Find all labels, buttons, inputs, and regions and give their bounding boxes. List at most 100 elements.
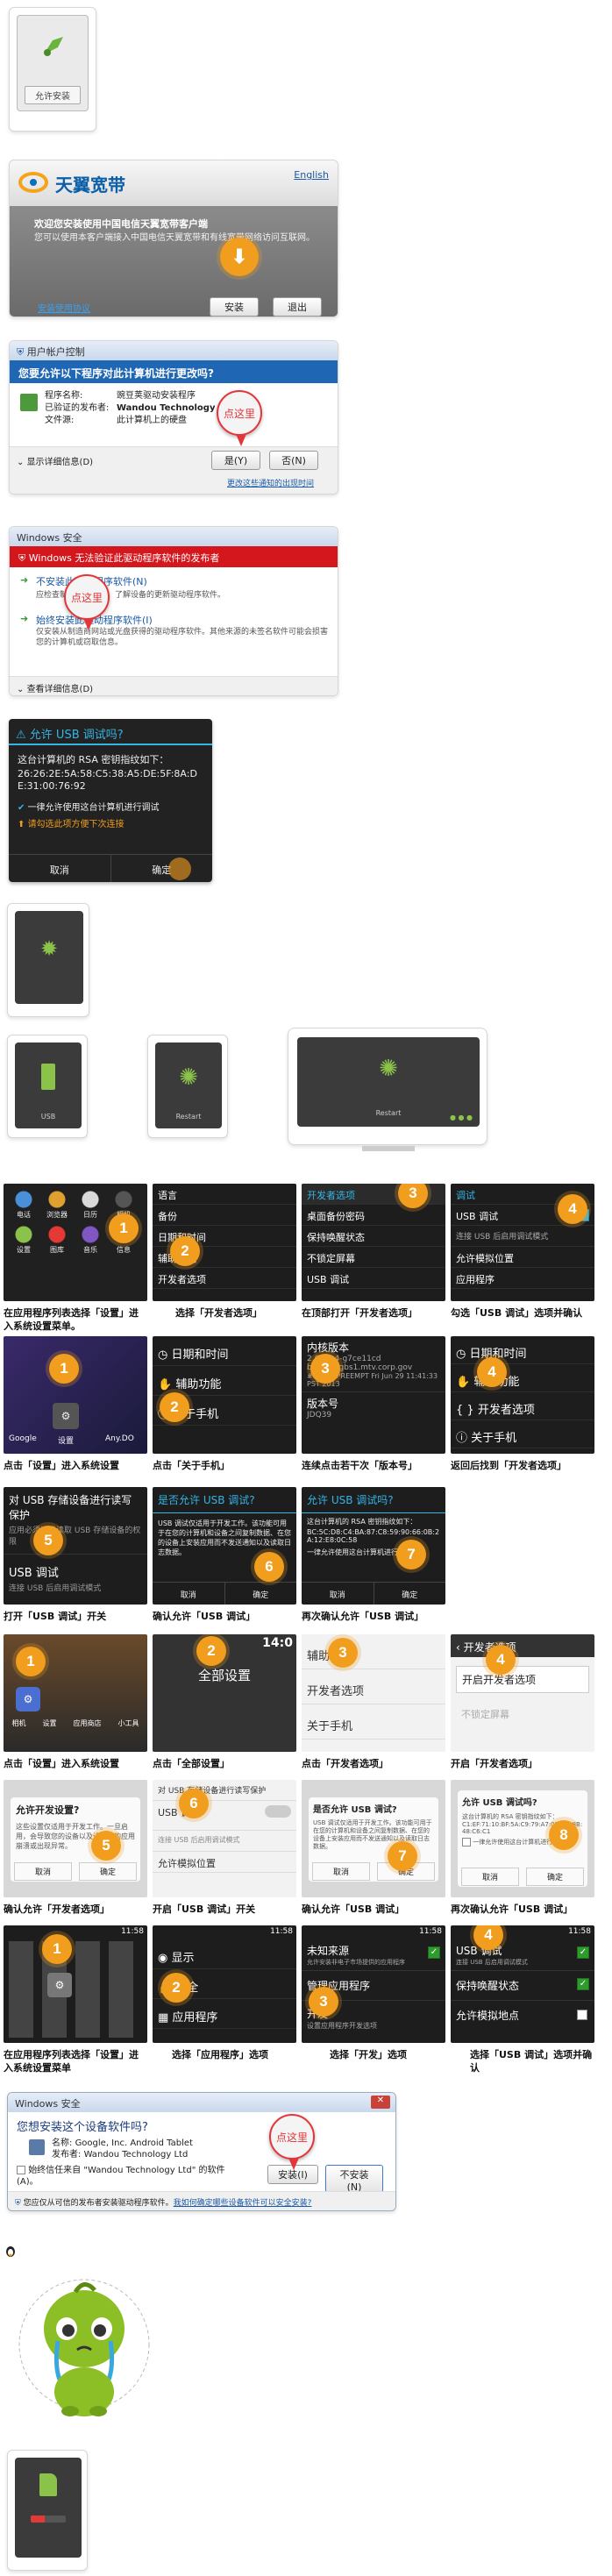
info-icon: ⓘ xyxy=(456,1432,472,1445)
settings-row[interactable]: 关于手机 xyxy=(302,1704,445,1740)
license-link[interactable]: 安装使用协议 xyxy=(38,301,90,314)
settings-row[interactable]: ◷ 日期和时间 xyxy=(153,1336,296,1366)
app-label[interactable]: Google xyxy=(9,1434,37,1443)
settings-row-dev[interactable]: 开发者选项 xyxy=(153,1268,296,1289)
ok-button[interactable]: 确定 xyxy=(111,855,213,882)
build-number-value[interactable]: JDQ39 xyxy=(302,1411,445,1420)
dev-row[interactable]: 桌面备份密码 xyxy=(302,1205,445,1226)
settings-app-icon[interactable]: ⚙ xyxy=(53,1403,79,1429)
details-toggle[interactable]: ⌄ 显示详细信息(D) xyxy=(17,454,93,467)
ok-button[interactable]: 确定 xyxy=(225,1583,297,1605)
uac-question-bar: 您要允许以下程序对此计算机进行更改吗? xyxy=(10,360,338,383)
install-button[interactable]: 安装 xyxy=(210,297,259,317)
settings-app-icon[interactable]: ⚙ xyxy=(47,1973,72,1997)
settings-row-apps[interactable]: ▦ 应用程序 xyxy=(153,1999,296,2029)
settings-row[interactable]: 语言 xyxy=(153,1184,296,1205)
option-always-install[interactable]: ➜ 始终安装此驱动程序软件(I) 仅安装从制造商网站或光盘获得的驱动程序软件。其… xyxy=(10,609,338,662)
stay-awake-option[interactable]: 不锁定屏幕 xyxy=(456,1702,589,1726)
battery-bar xyxy=(31,2516,66,2523)
phone-screen xyxy=(15,2458,82,2558)
cancel-button[interactable]: 取消 xyxy=(153,1583,225,1605)
settings-row[interactable]: ✋ 辅助功能 xyxy=(153,1366,296,1396)
build-number-label[interactable]: 版本号 xyxy=(302,1391,445,1411)
back-icon[interactable]: ‹ xyxy=(456,1641,464,1654)
always-allow-row[interactable]: ✔ 一律允许使用这台计算机进行调试 xyxy=(9,794,212,813)
settings-row[interactable]: 辅助功能 xyxy=(302,1634,445,1669)
settings-row[interactable]: ⓘ 关于手机 xyxy=(451,1420,594,1448)
app-item[interactable]: 图库 xyxy=(40,1224,74,1259)
toggle-switch[interactable] xyxy=(265,1805,291,1818)
app-label[interactable]: 应用商店 xyxy=(74,1719,102,1728)
app-label[interactable]: 相机 xyxy=(12,1719,26,1728)
checkbox-checked-icon[interactable]: ✓ xyxy=(577,1946,589,1959)
usb-debug-row[interactable]: USB 调试 连接 USB 后启用调试模式 ✓ xyxy=(451,1939,594,1971)
footer-link[interactable]: 我如何确定哪些设备软件可以安全安装? xyxy=(174,2199,312,2208)
settings-row-dev[interactable]: { } 开发者选项 xyxy=(451,1392,594,1420)
g1-shot-d: 调试 USB 调试✓ 连接 USB 后启用调试模式 允许模拟位置 应用程序 4 xyxy=(451,1184,594,1301)
usb-debug-toggle[interactable]: USB 调试 xyxy=(4,1554,147,1580)
exit-button[interactable]: 退出 xyxy=(273,297,322,317)
yes-button[interactable]: 是(Y) xyxy=(211,451,260,470)
usb-plug-icon xyxy=(41,1064,55,1090)
app-label[interactable]: 小工具 xyxy=(118,1719,139,1728)
all-settings-title[interactable]: 全部设置 xyxy=(153,1666,296,1684)
ok-button[interactable]: 确定 xyxy=(526,1868,584,1886)
checkbox-icon[interactable] xyxy=(462,1838,471,1847)
no-button[interactable]: 否(N) xyxy=(269,451,318,470)
close-icon[interactable]: ✕ xyxy=(371,2096,390,2109)
app-label[interactable]: 设置 xyxy=(43,1719,57,1728)
option-dont-install[interactable]: ➜ 不安装此驱动程序软件(N) 应检查制造商的网站，了解设备的更新驱动程序软件。 xyxy=(10,567,338,609)
mock-location-row[interactable]: 允许模拟位置 xyxy=(153,1852,296,1873)
mock-location-row[interactable]: 允许模拟位置 xyxy=(451,1247,594,1268)
allow-install-label[interactable]: 允许安装 xyxy=(25,86,81,104)
mock-location-row[interactable]: 允许模拟地点 xyxy=(451,2001,594,2030)
settings-app-icon[interactable]: ⚙ xyxy=(16,1687,40,1711)
usb-debug-title: ⚠ 允许 USB 调试吗? xyxy=(9,719,212,745)
stay-awake-row[interactable]: 保持唤醒状态 ✓ xyxy=(451,1971,594,2001)
settings-row[interactable]: 备份 xyxy=(153,1205,296,1226)
cancel-button[interactable]: 取消 xyxy=(9,855,111,882)
cancel-button[interactable]: 取消 xyxy=(461,1868,519,1886)
settings-row[interactable]: ◉ 显示 xyxy=(153,1939,296,1969)
gear-icon: ✹ xyxy=(39,936,59,961)
cancel-button[interactable]: 取消 xyxy=(14,1862,72,1881)
checkbox-checked-icon[interactable]: ✓ xyxy=(577,1978,589,1990)
dev-row[interactable]: 保持唤醒状态 xyxy=(302,1226,445,1247)
usb-debug-desc: 连接 USB 后启用调试模式 xyxy=(456,1959,528,1966)
settings-row-dev[interactable]: 开发者选项 xyxy=(302,1669,445,1704)
cancel-button[interactable]: 取消 xyxy=(302,1583,374,1605)
settings-row[interactable]: ✋ 辅助功能 xyxy=(451,1364,594,1392)
dev-row[interactable]: USB 调试 xyxy=(302,1268,445,1289)
english-link[interactable]: English xyxy=(294,169,329,181)
enable-dev-option[interactable]: 开启开发者选项 xyxy=(456,1666,589,1693)
winsec-details[interactable]: 查看详细信息(D) xyxy=(27,685,94,694)
unknown-sources-row[interactable]: 未知来源 允许安装非电子市场提供的应用程序 ✓ xyxy=(302,1939,445,1971)
checkbox-icon[interactable] xyxy=(17,2166,25,2174)
ok-button[interactable]: 确定 xyxy=(79,1862,137,1881)
usb-storage-protect[interactable]: 对 USB 存储设备进行读写保护 xyxy=(4,1487,147,1522)
app-item[interactable]: 设置 xyxy=(7,1224,40,1259)
phone-usb-card: USB xyxy=(7,1035,88,1138)
app-item[interactable]: 浏览器 xyxy=(40,1189,74,1224)
click-here-bubble: 点这里 xyxy=(217,390,262,446)
winsec2-title: Windows 安全 xyxy=(15,2098,81,2110)
dev-row[interactable]: 不锁定屏幕 xyxy=(302,1247,445,1268)
cancel-button[interactable]: 取消 xyxy=(312,1862,370,1881)
tianyi-brand: 天翼宽带 xyxy=(55,174,125,196)
checkbox-icon[interactable] xyxy=(577,2010,587,2020)
settings-row[interactable]: 对 USB 存储设备进行读写保护 xyxy=(153,1780,296,1801)
clock-icon: ◷ xyxy=(158,1348,172,1362)
change-notify-link[interactable]: 更改这些通知的出现时间 xyxy=(227,477,314,488)
apps-row[interactable]: 应用程序 xyxy=(451,1268,594,1289)
app-item[interactable]: 电话 xyxy=(7,1189,40,1224)
app-label[interactable]: 设置 xyxy=(58,1434,74,1446)
app-item[interactable]: 日历 xyxy=(74,1189,107,1224)
hand-icon: ✋ xyxy=(456,1376,474,1389)
checkbox-checked-icon[interactable]: ✓ xyxy=(428,1946,440,1959)
app-label[interactable]: Any.DO xyxy=(105,1434,134,1443)
usb-debug-row[interactable]: USB 调试 xyxy=(153,1801,296,1831)
trust-row[interactable]: 始终信任来自 "Wandou Technology Ltd" 的软件(A)。 xyxy=(17,2165,236,2188)
app-item[interactable]: 音乐 xyxy=(74,1224,107,1259)
settings-row[interactable]: ◷ 日期和时间 xyxy=(451,1336,594,1364)
ok-button[interactable]: 确定 xyxy=(374,1583,446,1605)
